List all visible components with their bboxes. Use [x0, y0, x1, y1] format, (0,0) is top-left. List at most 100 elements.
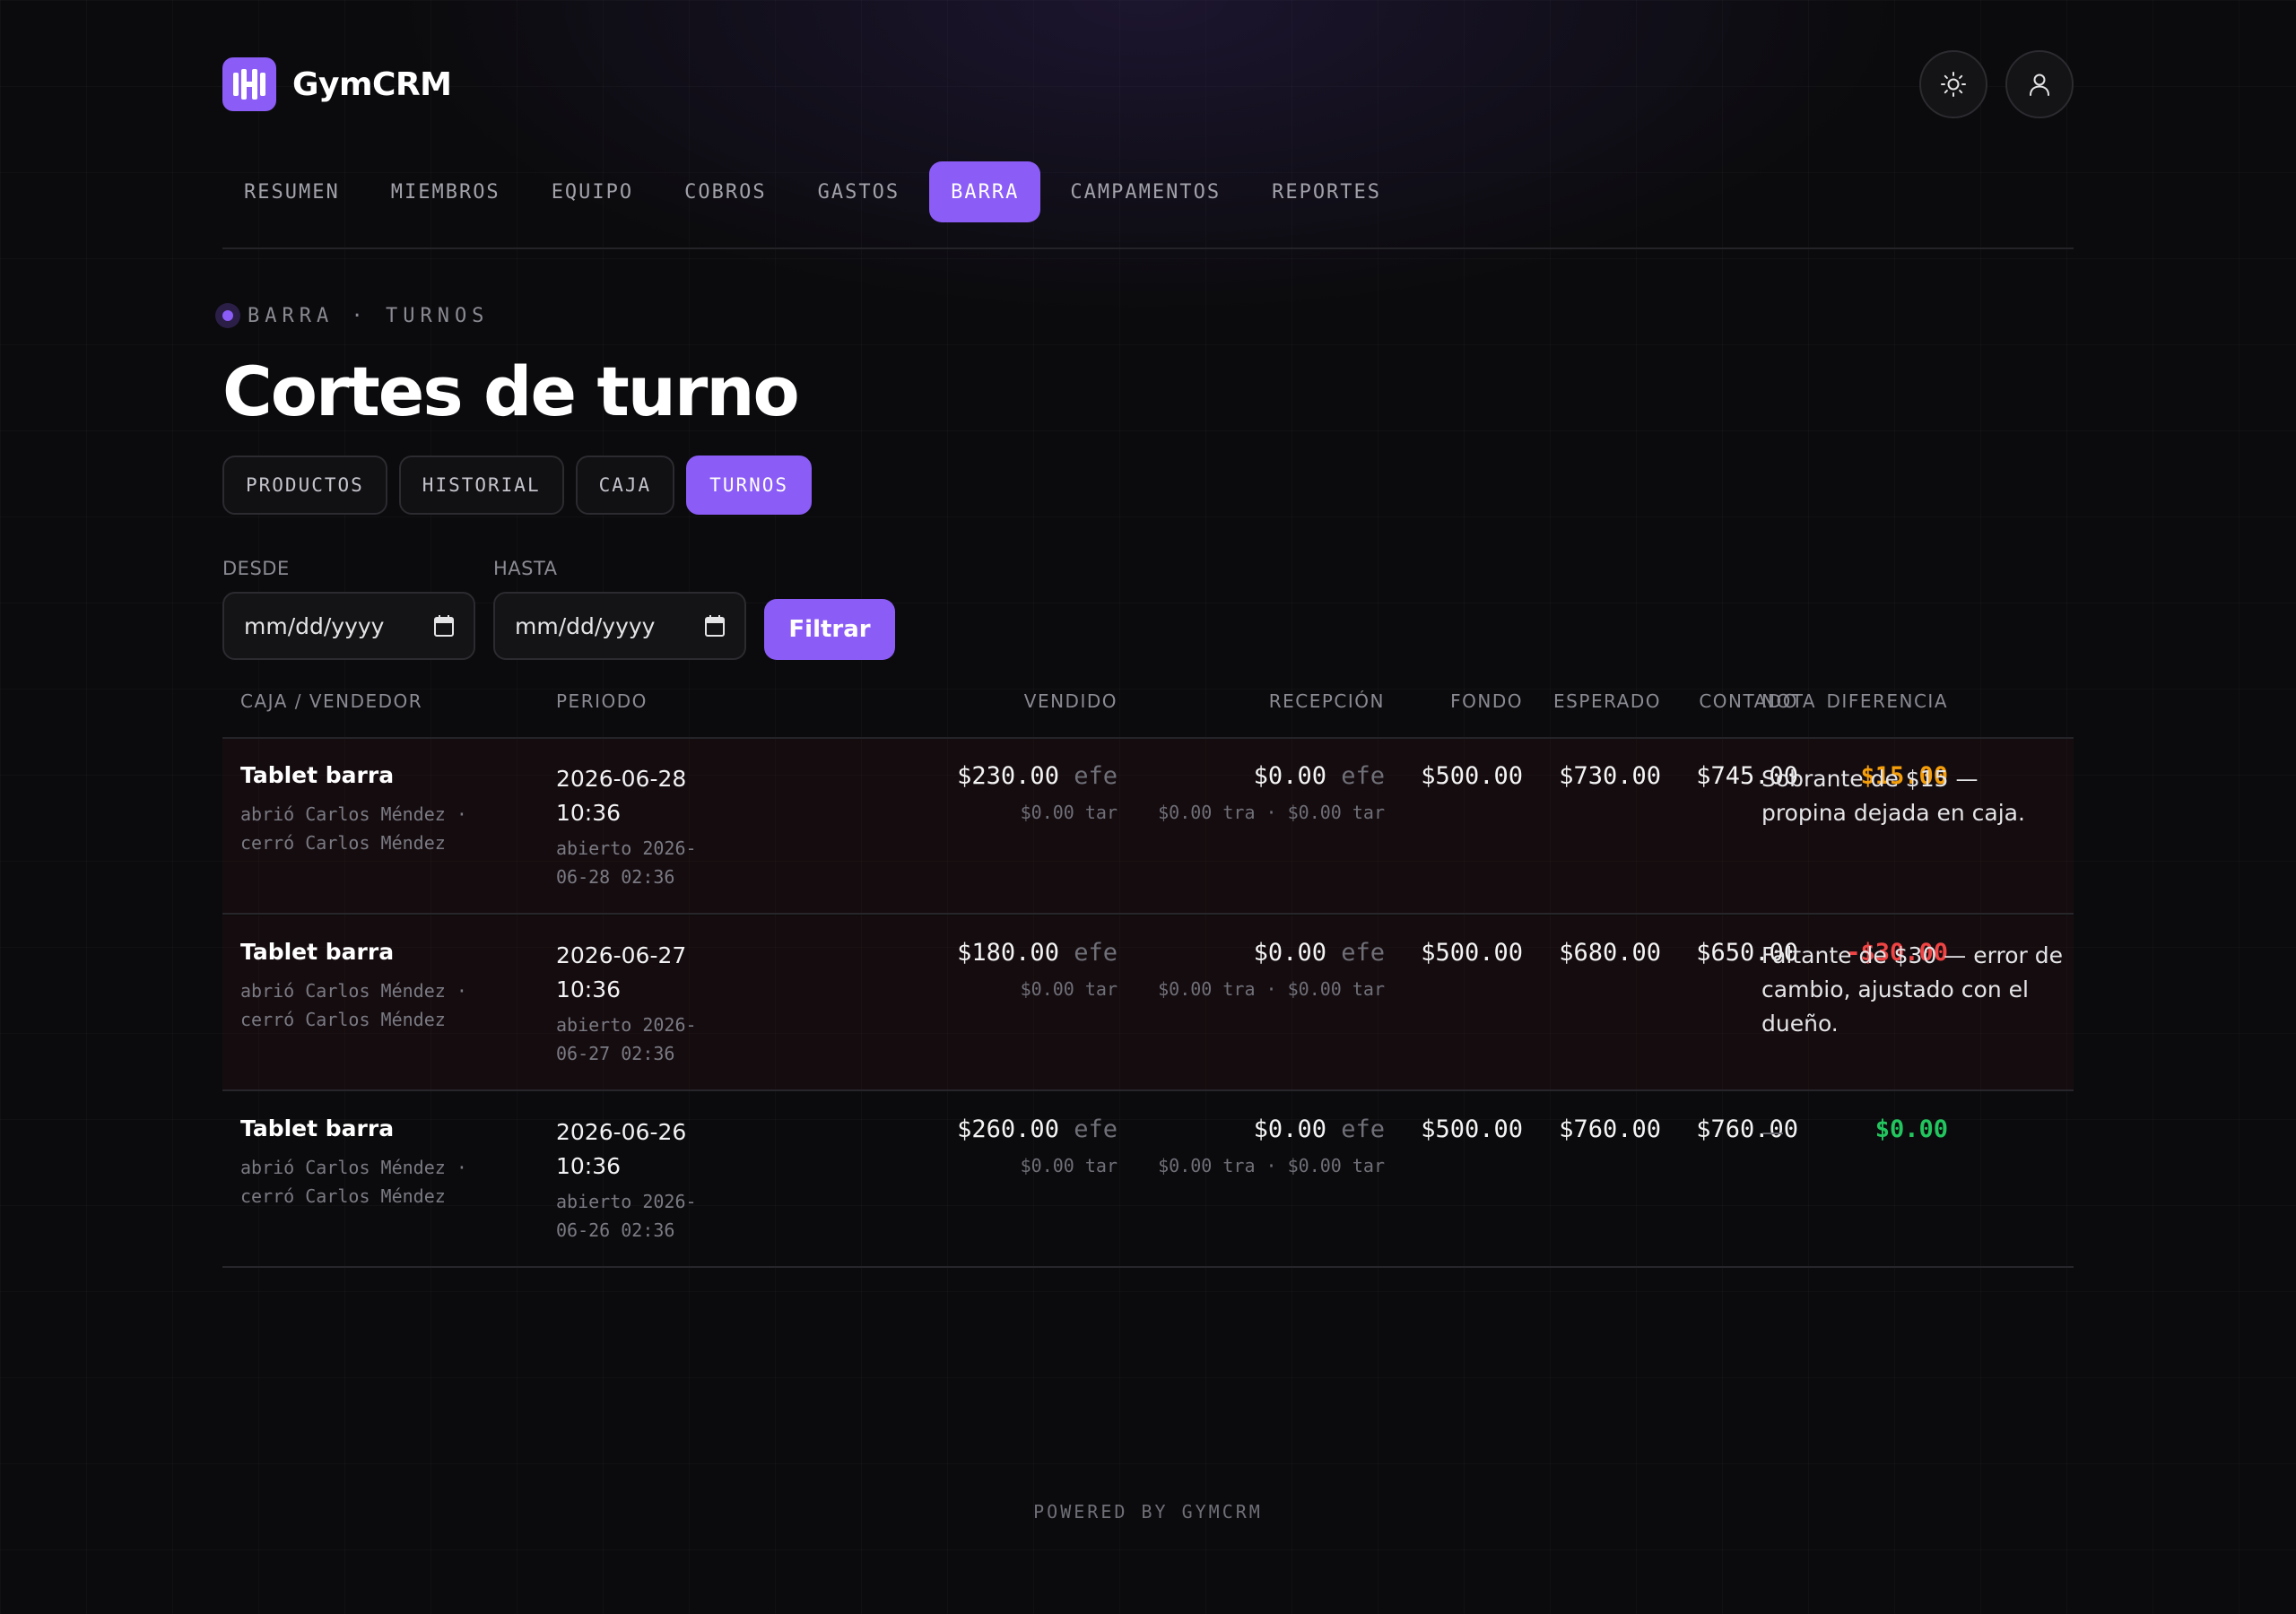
sold-card: $0.00 tar — [1020, 802, 1118, 823]
nav-item-campamentos[interactable]: CAMPAMENTOS — [1048, 161, 1242, 222]
user-icon — [2030, 74, 2049, 96]
sold-cash: $180.00 efe — [957, 939, 1118, 967]
sold-cash-unit: efe — [1074, 939, 1118, 967]
nav-item-gastos[interactable]: GASTOS — [796, 161, 921, 222]
filter-button[interactable]: Filtrar — [764, 599, 895, 660]
from-date-input[interactable]: mm/dd/yyyy — [222, 592, 475, 660]
period-opened: abierto 2026- 06-27 02:36 — [556, 1011, 697, 1068]
reception-cash-amount: $0.00 — [1253, 939, 1326, 967]
from-date-label: DESDE — [222, 558, 290, 579]
sold-cash: $230.00 efe — [957, 762, 1118, 790]
user-menu-button[interactable] — [2005, 50, 2074, 118]
section-tabs: PRODUCTOS HISTORIAL CAJA TURNOS — [222, 456, 823, 515]
nav-item-barra[interactable]: BARRA — [929, 161, 1041, 222]
nav-item-miembros[interactable]: MIEMBROS — [370, 161, 522, 222]
period-opened-line2: 06-28 02:36 — [556, 866, 675, 888]
nav-item-reportes[interactable]: REPORTES — [1250, 161, 1403, 222]
period-date: 2026-06-26 10:36 — [556, 1115, 686, 1184]
col-diferencia: DIFERENCIA — [1826, 690, 1948, 712]
breadcrumb-text: BARRA · TURNOS — [248, 304, 490, 327]
table-row[interactable]: Tablet barra abrió Carlos Méndez · cerró… — [222, 739, 2074, 915]
to-date-value: mm/dd/yyyy — [515, 612, 656, 639]
sold-cash-unit: efe — [1074, 1115, 1118, 1143]
dumbbell-icon — [222, 57, 276, 111]
sold-cash-amount: $180.00 — [957, 939, 1059, 967]
reception-cash-unit: efe — [1341, 939, 1385, 967]
col-periodo: PERIODO — [556, 690, 648, 712]
period-opened-line1: abierto 2026- — [556, 1014, 697, 1036]
table-row[interactable]: Tablet barra abrió Carlos Méndez · cerró… — [222, 915, 2074, 1091]
fund-value: $500.00 — [1421, 939, 1523, 967]
cashier-info: abrió Carlos Méndez · cerró Carlos Ménde… — [240, 1153, 467, 1210]
col-recepcion: RECEPCIÓN — [1268, 690, 1385, 712]
reception-cash: $0.00 efe — [1254, 762, 1385, 790]
reception-other: $0.00 tra · $0.00 tar — [1158, 1155, 1385, 1176]
fund-value: $500.00 — [1421, 1115, 1523, 1143]
app-shell: GymCRM RESUMEN MIEMBROS EQUIPO COBROS GA… — [215, 0, 2074, 1614]
sun-icon — [1941, 72, 1966, 97]
sold-cash: $260.00 efe — [957, 1115, 1118, 1143]
reception-cash-amount: $0.00 — [1253, 762, 1326, 790]
opened-by: abrió Carlos Méndez · — [240, 1157, 467, 1178]
cashier-info: abrió Carlos Méndez · cerró Carlos Ménde… — [240, 976, 467, 1034]
period-date: 2026-06-27 10:36 — [556, 939, 686, 1007]
period-opened: abierto 2026- 06-28 02:36 — [556, 834, 697, 891]
status-dot-icon — [215, 303, 240, 328]
footer-text: POWERED BY GYMCRM — [1033, 1501, 1263, 1523]
period-opened-line2: 06-26 02:36 — [556, 1219, 675, 1241]
col-nota: NOTA — [1761, 690, 1817, 712]
col-vendido: VENDIDO — [1023, 690, 1118, 712]
note-text: — — [1761, 1119, 1784, 1145]
sold-cash-amount: $230.00 — [957, 762, 1059, 790]
to-date-label: HASTA — [493, 558, 558, 579]
reception-cash: $0.00 efe — [1254, 1115, 1385, 1143]
nav-item-equipo[interactable]: EQUIPO — [530, 161, 655, 222]
fund-value: $500.00 — [1421, 762, 1523, 790]
closed-by: cerró Carlos Méndez — [240, 1009, 446, 1030]
nav-item-cobros[interactable]: COBROS — [663, 161, 787, 222]
nav-item-resumen[interactable]: RESUMEN — [222, 161, 361, 222]
opened-by: abrió Carlos Méndez · — [240, 980, 467, 1002]
brand-logo[interactable]: GymCRM — [222, 57, 452, 111]
col-esperado: ESPERADO — [1553, 690, 1661, 712]
page-title: Cortes de turno — [222, 351, 800, 431]
register-name: Tablet barra — [240, 1115, 395, 1141]
sold-cash-amount: $260.00 — [957, 1115, 1059, 1143]
brand-name: GymCRM — [292, 65, 452, 103]
register-name: Tablet barra — [240, 939, 395, 965]
top-header: GymCRM — [222, 50, 2074, 118]
expected-value: $680.00 — [1559, 939, 1661, 967]
sold-card: $0.00 tar — [1020, 978, 1118, 1000]
tab-historial[interactable]: HISTORIAL — [398, 456, 564, 515]
reception-cash: $0.00 efe — [1254, 939, 1385, 967]
tab-caja[interactable]: CAJA — [575, 456, 675, 515]
period-date-time: 10:36 — [556, 800, 622, 826]
note-text: Sobrante de $15 — propina dejada en caja… — [1761, 766, 2025, 826]
sold-cash-unit: efe — [1074, 762, 1118, 790]
period-date-time: 10:36 — [556, 976, 622, 1002]
tab-turnos[interactable]: TURNOS — [686, 456, 813, 515]
table-header: CAJA / VENDEDOR PERIODO VENDIDO RECEPCIÓ… — [222, 690, 2074, 739]
period-opened-line1: abierto 2026- — [556, 1191, 697, 1212]
period-opened-line2: 06-27 02:36 — [556, 1043, 675, 1064]
main-nav: RESUMEN MIEMBROS EQUIPO COBROS GASTOS BA… — [222, 161, 1411, 222]
period-date: 2026-06-28 10:36 — [556, 762, 686, 830]
reception-cash-unit: efe — [1341, 1115, 1385, 1143]
reception-cash-unit: efe — [1341, 762, 1385, 790]
reception-other: $0.00 tra · $0.00 tar — [1158, 802, 1385, 823]
table-row[interactable]: Tablet barra abrió Carlos Méndez · cerró… — [222, 1092, 2074, 1268]
to-date-input[interactable]: mm/dd/yyyy — [493, 592, 746, 660]
closed-by: cerró Carlos Méndez — [240, 832, 446, 854]
reception-other: $0.00 tra · $0.00 tar — [1158, 978, 1385, 1000]
tab-productos[interactable]: PRODUCTOS — [222, 456, 387, 515]
theme-toggle-button[interactable] — [1919, 50, 1987, 118]
period-opened-line1: abierto 2026- — [556, 837, 697, 859]
period-opened: abierto 2026- 06-26 02:36 — [556, 1187, 697, 1245]
period-date-day: 2026-06-28 — [556, 766, 687, 792]
col-fondo: FONDO — [1450, 690, 1523, 712]
from-date-value: mm/dd/yyyy — [244, 612, 385, 639]
expected-value: $730.00 — [1559, 762, 1661, 790]
cashier-info: abrió Carlos Méndez · cerró Carlos Ménde… — [240, 800, 467, 857]
breadcrumb: BARRA · TURNOS — [215, 303, 489, 328]
period-date-time: 10:36 — [556, 1153, 622, 1179]
